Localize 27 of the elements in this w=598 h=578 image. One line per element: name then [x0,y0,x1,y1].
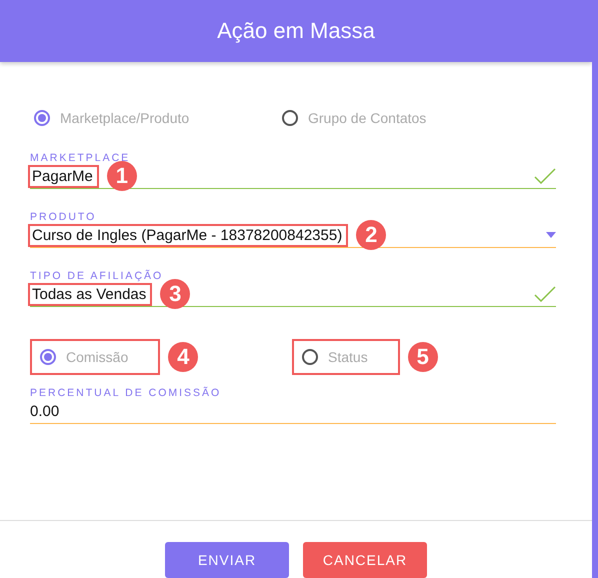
scrollbar[interactable] [592,0,598,578]
field-label: TIPO DE AFILIAÇÃO [30,270,164,282]
callout-number: 1 [106,161,137,191]
cancel-button[interactable]: CANCELAR [303,542,427,578]
callout-number: 5 [408,342,438,372]
input-field[interactable]: 0.00 [30,399,556,424]
check-icon [534,286,556,302]
select-field[interactable]: Curso de Ingles (PagarMe - 18378200842355) 2 [30,223,556,248]
field-label: PRODUTO [30,211,98,223]
submit-button[interactable]: ENVIAR [165,542,289,578]
check-icon [534,168,556,184]
radio-option[interactable]: Marketplace/Produto [30,110,278,126]
field-value: PagarMe [28,164,99,188]
field-label: MARKETPLACE [30,152,132,164]
input-field[interactable]: Todas as Vendas 3 [30,282,556,307]
input-field[interactable]: PagarMe 1 [30,164,556,189]
field-value: Curso de Ingles (PagarMe - 18378200842355) [28,224,348,246]
dialog-title: Ação em Massa [217,18,375,44]
field-value: Todas as Vendas [28,282,152,306]
field-label: PERCENTUAL DE COMISSÃO [30,387,222,399]
callout-number: 3 [160,279,190,309]
radio-option[interactable]: Status [292,339,400,375]
radio-option[interactable]: Grupo de Contatos [278,110,430,126]
callout-number: 4 [168,342,198,372]
dropdown-caret-icon[interactable] [546,232,556,238]
radio-option[interactable]: Comissão [30,339,160,375]
callout-number: 2 [356,220,386,250]
